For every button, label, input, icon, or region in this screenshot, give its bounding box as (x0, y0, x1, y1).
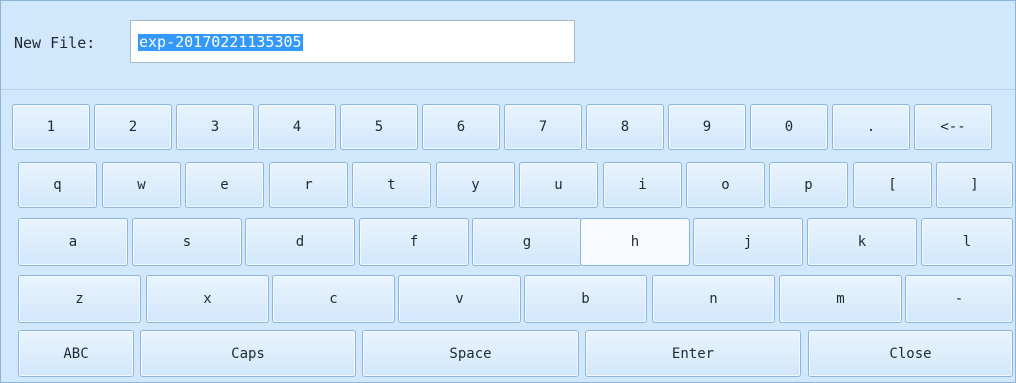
key-m[interactable]: m (779, 275, 902, 323)
key-4[interactable]: 4 (258, 104, 336, 150)
key-r[interactable]: r (269, 162, 348, 208)
key-7[interactable]: 7 (504, 104, 582, 150)
key-period[interactable]: . (832, 104, 910, 150)
key-c[interactable]: c (272, 275, 395, 323)
key-5[interactable]: 5 (340, 104, 418, 150)
new-file-label: New File: (14, 34, 96, 52)
file-name-value[interactable]: exp-20170221135305 (138, 34, 303, 51)
key-space[interactable]: Space (362, 330, 579, 377)
key-l[interactable]: l (921, 218, 1013, 266)
virtual-keyboard-dialog: New File: exp-20170221135305 1234567890.… (0, 0, 1016, 383)
key-6[interactable]: 6 (422, 104, 500, 150)
key-q[interactable]: q (18, 162, 97, 208)
key-right-bracket[interactable]: ] (936, 162, 1013, 208)
key-y[interactable]: y (436, 162, 515, 208)
key-b[interactable]: b (524, 275, 647, 323)
key-backspace[interactable]: <-- (914, 104, 992, 150)
file-name-bar: New File: exp-20170221135305 (1, 1, 1015, 90)
key-n[interactable]: n (652, 275, 775, 323)
key-j[interactable]: j (693, 218, 803, 266)
key-w[interactable]: w (102, 162, 181, 208)
key-g[interactable]: g (472, 218, 582, 266)
key-2[interactable]: 2 (94, 104, 172, 150)
key-i[interactable]: i (603, 162, 682, 208)
key-d[interactable]: d (245, 218, 355, 266)
key-0[interactable]: 0 (750, 104, 828, 150)
key-1[interactable]: 1 (12, 104, 90, 150)
key-e[interactable]: e (185, 162, 264, 208)
key-x[interactable]: x (146, 275, 269, 323)
key-enter[interactable]: Enter (585, 330, 801, 377)
key-a[interactable]: a (18, 218, 128, 266)
key-h[interactable]: h (580, 218, 690, 266)
key-o[interactable]: o (686, 162, 765, 208)
key-close[interactable]: Close (808, 330, 1013, 377)
file-name-input[interactable]: exp-20170221135305 (130, 20, 575, 63)
key-v[interactable]: v (398, 275, 521, 323)
key-8[interactable]: 8 (586, 104, 664, 150)
key-z[interactable]: z (18, 275, 141, 323)
key-abc[interactable]: ABC (18, 330, 134, 377)
key-caps[interactable]: Caps (140, 330, 356, 377)
key-k[interactable]: k (807, 218, 917, 266)
key-p[interactable]: p (769, 162, 848, 208)
key-minus[interactable]: - (905, 275, 1013, 323)
key-3[interactable]: 3 (176, 104, 254, 150)
key-u[interactable]: u (519, 162, 598, 208)
key-s[interactable]: s (132, 218, 242, 266)
key-t[interactable]: t (352, 162, 431, 208)
key-f[interactable]: f (359, 218, 469, 266)
key-9[interactable]: 9 (668, 104, 746, 150)
key-left-bracket[interactable]: [ (853, 162, 932, 208)
